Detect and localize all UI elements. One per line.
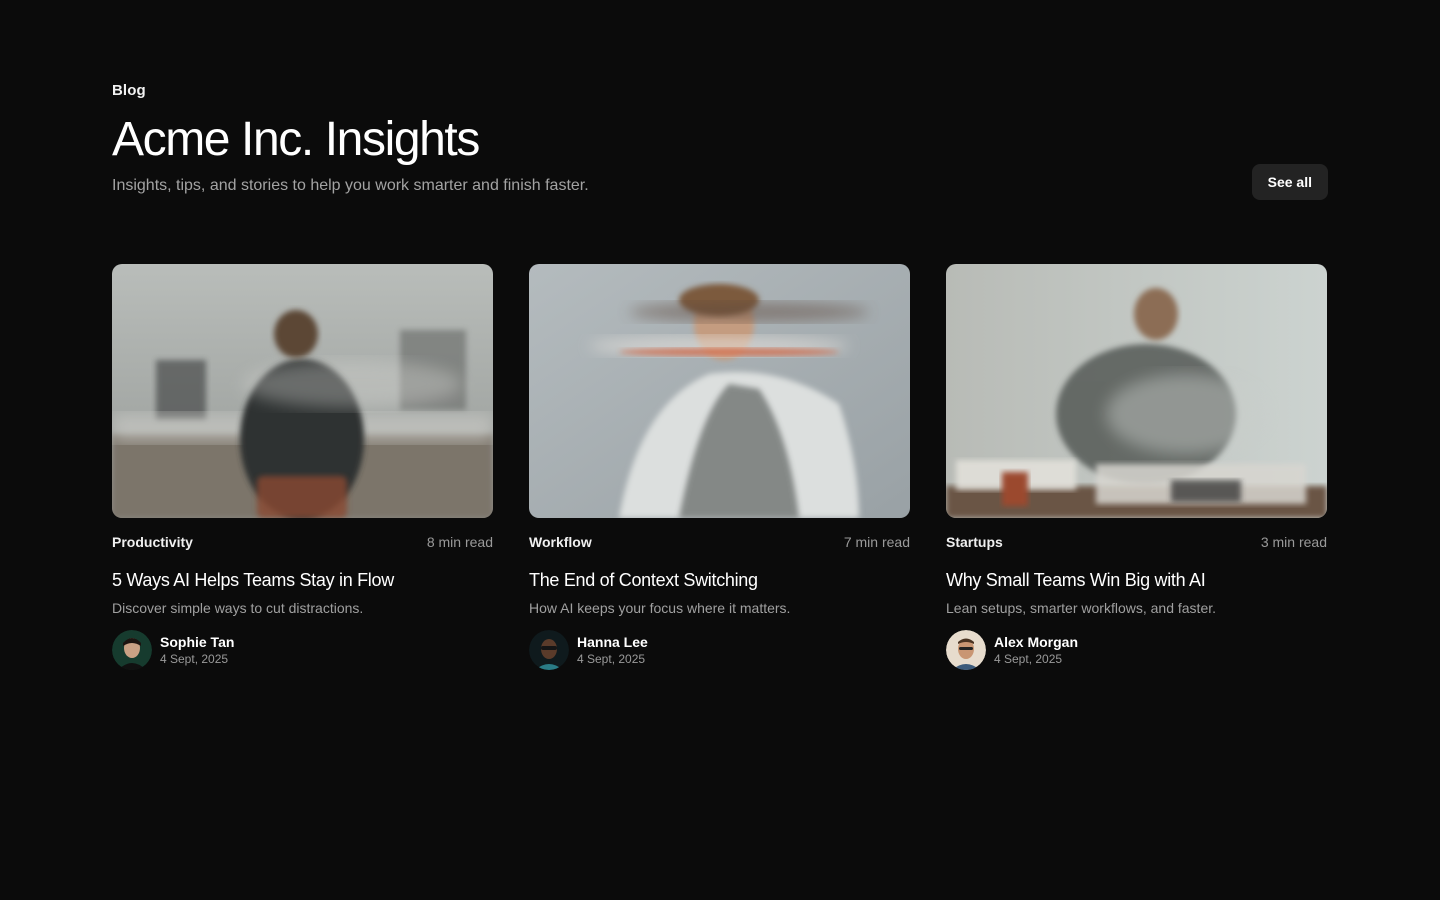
post-author: Hanna Lee 4 Sept, 2025 bbox=[529, 630, 910, 670]
see-all-button[interactable]: See all bbox=[1251, 164, 1328, 200]
post-description: How AI keeps your focus where it matters… bbox=[529, 600, 791, 616]
post-meta: Startups 3 min read bbox=[946, 534, 1327, 550]
post-description: Discover simple ways to cut distractions… bbox=[112, 600, 364, 616]
author-info: Alex Morgan 4 Sept, 2025 bbox=[994, 633, 1078, 667]
post-card[interactable]: Startups 3 min read Why Small Teams Win … bbox=[946, 264, 1327, 670]
author-name: Hanna Lee bbox=[577, 634, 648, 650]
post-date: 4 Sept, 2025 bbox=[994, 652, 1063, 666]
page-subtitle: Insights, tips, and stories to help you … bbox=[112, 177, 589, 194]
author-name: Alex Morgan bbox=[994, 634, 1079, 650]
post-meta: Workflow 7 min read bbox=[529, 534, 910, 550]
post-date: 4 Sept, 2025 bbox=[160, 652, 229, 666]
author-info: Sophie Tan 4 Sept, 2025 bbox=[160, 633, 234, 667]
avatar bbox=[946, 630, 986, 670]
post-list: Productivity 8 min read 5 Ways AI Helps … bbox=[112, 264, 1328, 670]
section-eyebrow: Blog bbox=[112, 82, 146, 99]
post-image[interactable] bbox=[529, 264, 910, 518]
post-read-time: 3 min read bbox=[1260, 534, 1327, 550]
page-title: Acme Inc. Insights bbox=[112, 113, 480, 166]
post-read-time: 7 min read bbox=[843, 534, 910, 550]
blog-page: Blog Acme Inc. Insights Insights, tips, … bbox=[0, 0, 1440, 900]
post-title[interactable]: Why Small Teams Win Big with AI bbox=[946, 568, 1327, 592]
post-title[interactable]: The End of Context Switching bbox=[529, 568, 910, 592]
post-read-time: 8 min read bbox=[426, 534, 493, 550]
post-description: Lean setups, smarter workflows, and fast… bbox=[946, 600, 1217, 616]
post-meta: Productivity 8 min read bbox=[112, 534, 493, 550]
avatar bbox=[112, 630, 152, 670]
post-category: Startups bbox=[946, 534, 1003, 550]
post-image[interactable] bbox=[112, 264, 493, 518]
avatar bbox=[529, 630, 569, 670]
blog-header: Blog Acme Inc. Insights Insights, tips, … bbox=[112, 80, 1328, 200]
post-card[interactable]: Productivity 8 min read 5 Ways AI Helps … bbox=[112, 264, 493, 670]
post-image[interactable] bbox=[946, 264, 1327, 518]
author-info: Hanna Lee 4 Sept, 2025 bbox=[577, 633, 648, 667]
post-author: Sophie Tan 4 Sept, 2025 bbox=[112, 630, 493, 670]
post-category: Workflow bbox=[529, 534, 592, 550]
post-category: Productivity bbox=[112, 534, 193, 550]
post-date: 4 Sept, 2025 bbox=[577, 652, 646, 666]
author-name: Sophie Tan bbox=[160, 634, 235, 650]
post-author: Alex Morgan 4 Sept, 2025 bbox=[946, 630, 1327, 670]
post-card[interactable]: Workflow 7 min read The End of Context S… bbox=[529, 264, 910, 670]
post-title[interactable]: 5 Ways AI Helps Teams Stay in Flow bbox=[112, 568, 493, 592]
